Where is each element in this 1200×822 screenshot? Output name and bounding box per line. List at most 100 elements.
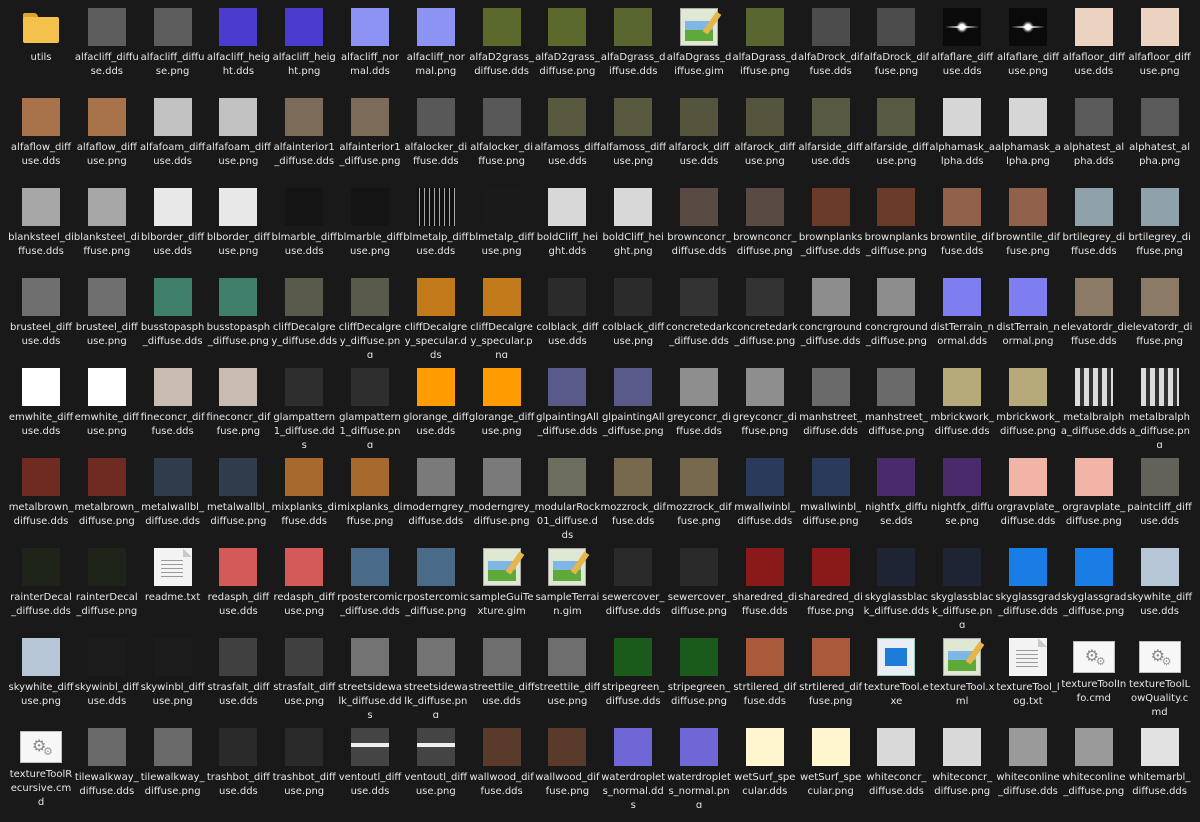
file-item[interactable]: rainterDecal_diffuse.png <box>74 540 140 628</box>
file-item[interactable]: streetsidewalk_diffuse.dds <box>337 630 403 718</box>
file-item[interactable]: alfalocker_diffuse.dds <box>403 90 469 178</box>
file-item[interactable]: skywinbl_diffuse.png <box>140 630 206 718</box>
file-item[interactable]: ⚙ ⚙ textureToolInfo.cmd <box>1061 630 1127 718</box>
file-item[interactable]: metalwallbl_diffuse.dds <box>140 450 206 538</box>
file-item[interactable]: alfainterior1_diffuse.png <box>337 90 403 178</box>
file-item[interactable]: wallwood_diffuse.png <box>534 720 600 808</box>
file-item[interactable]: glorange_diffuse.dds <box>403 360 469 448</box>
file-item[interactable]: mozzrock_diffuse.dds <box>600 450 666 538</box>
file-item[interactable]: concrground_diffuse.png <box>863 270 929 358</box>
file-item[interactable]: alfaD2grass_diffuse.png <box>534 0 600 88</box>
file-item[interactable]: glpaintingAll_diffuse.dds <box>534 360 600 448</box>
file-item[interactable]: skyglassblack_diffuse.dds <box>863 540 929 628</box>
file-item[interactable]: glampattern1_diffuse.dds <box>271 360 337 448</box>
file-item[interactable]: strasfalt_diffuse.png <box>271 630 337 718</box>
file-item[interactable]: alfafloor_diffuse.dds <box>1061 0 1127 88</box>
file-item[interactable]: cliffDecalgrey_diffuse.png <box>337 270 403 358</box>
file-item[interactable]: metalbralpha_diffuse.dds <box>1061 360 1127 448</box>
file-item[interactable]: distTerrain_normal.png <box>995 270 1061 358</box>
file-item[interactable]: skywhite_diffuse.dds <box>1127 540 1193 628</box>
file-item[interactable]: ventoutl_diffuse.png <box>403 720 469 808</box>
file-item[interactable]: streettile_diffuse.png <box>534 630 600 718</box>
file-item[interactable]: streettile_diffuse.dds <box>469 630 535 718</box>
file-item[interactable]: alfamoss_diffuse.png <box>600 90 666 178</box>
file-item[interactable]: readme.txt <box>140 540 206 628</box>
file-item[interactable]: emwhite_diffuse.png <box>74 360 140 448</box>
file-item[interactable]: skywinbl_diffuse.dds <box>74 630 140 718</box>
file-item[interactable]: manhstreet_diffuse.dds <box>798 360 864 448</box>
file-item[interactable]: blanksteel_diffuse.png <box>74 180 140 268</box>
file-item[interactable]: sewercover_diffuse.png <box>666 540 732 628</box>
file-item[interactable]: elevatordr_diffuse.dds <box>1061 270 1127 358</box>
file-item[interactable]: ventoutl_diffuse.dds <box>337 720 403 808</box>
file-item[interactable]: ⚙ ⚙ textureToolRecursive.cmd <box>8 720 74 808</box>
file-item[interactable]: whiteconcr_diffuse.dds <box>863 720 929 808</box>
file-item[interactable]: alfaDrock_diffuse.dds <box>798 0 864 88</box>
file-item[interactable]: skyglassblack_diffuse.png <box>929 540 995 628</box>
file-item[interactable]: alphamask_alpha.dds <box>929 90 995 178</box>
file-item[interactable]: moderngrey_diffuse.png <box>469 450 535 538</box>
file-item[interactable]: whiteconcr_diffuse.png <box>929 720 995 808</box>
file-item[interactable]: browntile_diffuse.png <box>995 180 1061 268</box>
file-item[interactable]: greyconcr_diffuse.png <box>732 360 798 448</box>
file-item[interactable]: mixplanks_diffuse.png <box>337 450 403 538</box>
file-item[interactable]: cliffDecalgrey_diffuse.dds <box>271 270 337 358</box>
file-item[interactable]: concretedark_diffuse.png <box>732 270 798 358</box>
file-item[interactable]: alphatest_alpha.png <box>1127 90 1193 178</box>
file-item[interactable]: orgravplate_diffuse.dds <box>995 450 1061 538</box>
file-item[interactable]: waterdroplets_normal.png <box>666 720 732 808</box>
file-item[interactable]: alfaflare_diffuse.png <box>995 0 1061 88</box>
file-item[interactable]: tilewalkway_diffuse.png <box>140 720 206 808</box>
file-item[interactable]: browntile_diffuse.dds <box>929 180 995 268</box>
file-item[interactable]: distTerrain_normal.dds <box>929 270 995 358</box>
file-item[interactable]: brownconcr_diffuse.dds <box>666 180 732 268</box>
file-item[interactable]: manhstreet_diffuse.png <box>863 360 929 448</box>
file-item[interactable]: blborder_diffuse.dds <box>140 180 206 268</box>
file-item[interactable]: alfaflow_diffuse.dds <box>8 90 74 178</box>
file-item[interactable]: blmetalp_diffuse.png <box>469 180 535 268</box>
file-item[interactable]: alfamoss_diffuse.dds <box>534 90 600 178</box>
file-item[interactable]: metalwallbl_diffuse.png <box>205 450 271 538</box>
file-item[interactable]: alfaDgrass_diffuse.png <box>732 0 798 88</box>
file-item[interactable]: modularRock01_diffuse.dds <box>534 450 600 538</box>
file-item[interactable]: whiteconline_diffuse.png <box>1061 720 1127 808</box>
file-item[interactable]: alfacliff_height.png <box>271 0 337 88</box>
file-item[interactable]: emwhite_diffuse.dds <box>8 360 74 448</box>
file-item[interactable]: trashbot_diffuse.png <box>271 720 337 808</box>
file-item[interactable]: greyconcr_diffuse.dds <box>666 360 732 448</box>
file-item[interactable]: cliffDecalgrey_specular.png <box>469 270 535 358</box>
file-item[interactable]: fineconcr_diffuse.dds <box>140 360 206 448</box>
file-item[interactable]: brtilegrey_diffuse.png <box>1127 180 1193 268</box>
file-item[interactable]: colblack_diffuse.png <box>600 270 666 358</box>
file-item[interactable]: mozzrock_diffuse.png <box>666 450 732 538</box>
file-item[interactable]: brownconcr_diffuse.png <box>732 180 798 268</box>
file-item[interactable]: skywhite_diffuse.png <box>8 630 74 718</box>
file-item[interactable]: blmarble_diffuse.dds <box>271 180 337 268</box>
file-item[interactable]: skyglassgrad_diffuse.dds <box>995 540 1061 628</box>
file-item[interactable]: alfarside_diffuse.dds <box>798 90 864 178</box>
file-item[interactable]: glorange_diffuse.png <box>469 360 535 448</box>
file-item[interactable]: nightfx_diffuse.png <box>929 450 995 538</box>
file-item[interactable]: strasfalt_diffuse.dds <box>205 630 271 718</box>
file-item[interactable]: alfacliff_height.dds <box>205 0 271 88</box>
file-item[interactable]: blmarble_diffuse.png <box>337 180 403 268</box>
file-item[interactable]: sharedred_diffuse.png <box>798 540 864 628</box>
file-item[interactable]: ⚙ ⚙ textureToolLowQuality.cmd <box>1127 630 1193 718</box>
file-item[interactable]: redasph_diffuse.png <box>271 540 337 628</box>
file-item[interactable]: concrground_diffuse.dds <box>798 270 864 358</box>
file-item[interactable]: mbrickwork_diffuse.dds <box>929 360 995 448</box>
file-item[interactable]: boldCliff_height.png <box>600 180 666 268</box>
file-item[interactable]: alfafloor_diffuse.png <box>1127 0 1193 88</box>
file-item[interactable]: mbrickwork_diffuse.png <box>995 360 1061 448</box>
file-item[interactable]: boldCliff_height.dds <box>534 180 600 268</box>
file-item[interactable]: busstopasph_diffuse.dds <box>140 270 206 358</box>
file-item[interactable]: blanksteel_diffuse.dds <box>8 180 74 268</box>
file-item[interactable]: trashbot_diffuse.dds <box>205 720 271 808</box>
file-item[interactable]: sharedred_diffuse.dds <box>732 540 798 628</box>
file-item[interactable]: metalbrown_diffuse.dds <box>8 450 74 538</box>
file-item[interactable]: textureTool.xml <box>929 630 995 718</box>
file-item[interactable]: sewercover_diffuse.dds <box>600 540 666 628</box>
file-item[interactable]: alfaflow_diffuse.png <box>74 90 140 178</box>
file-item[interactable]: alfaflare_diffuse.dds <box>929 0 995 88</box>
file-item[interactable]: alfacliff_normal.png <box>403 0 469 88</box>
